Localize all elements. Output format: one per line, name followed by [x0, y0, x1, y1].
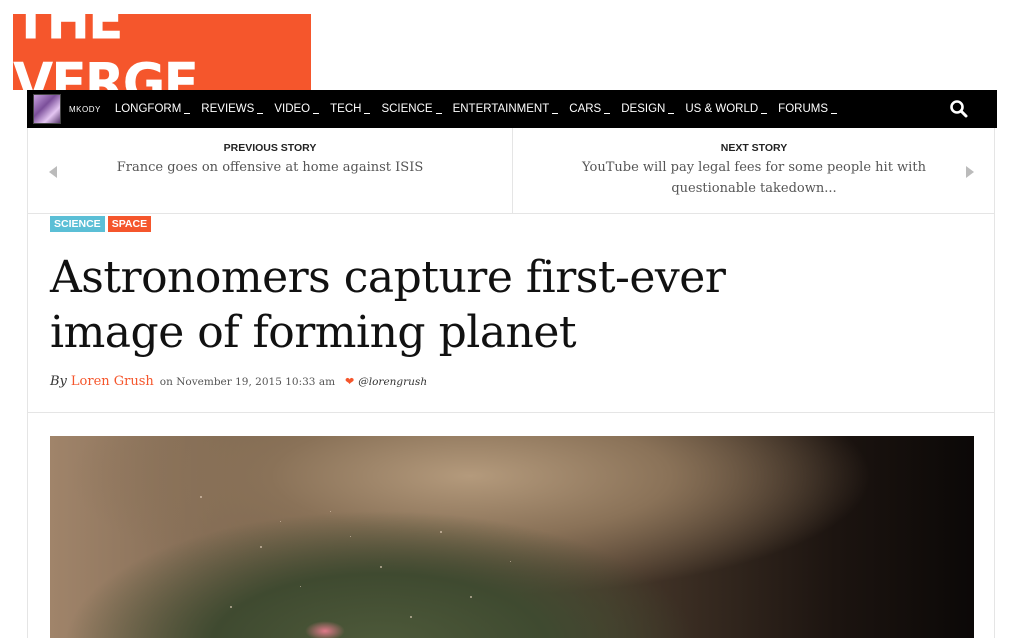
nav-item-video[interactable]: VIDEO: [274, 103, 320, 115]
previous-story-link[interactable]: PREVIOUS STORY France goes on offensive …: [68, 142, 472, 178]
nav-item-label: TECH: [330, 103, 362, 115]
nav-item-science[interactable]: SCIENCE: [381, 103, 442, 115]
tag-science[interactable]: SCIENCE: [50, 216, 105, 232]
hero-image: [50, 436, 974, 638]
article-headline: Astronomers capture first-ever image of …: [50, 252, 726, 358]
nav-item-design[interactable]: DESIGN: [621, 103, 675, 115]
caret-down-icon: [435, 113, 442, 114]
caret-down-icon: [313, 113, 320, 114]
nav-item-label: LONGFORM: [114, 103, 182, 115]
nav-item-cars[interactable]: CARS: [569, 103, 611, 115]
nav-item-label: ENTERTAINMENT: [452, 103, 550, 115]
caret-down-icon: [552, 113, 559, 114]
nav-item-label: US & WORLD: [685, 103, 759, 115]
nav-item-longform[interactable]: LONGFORM: [114, 103, 191, 115]
nav-item-forums[interactable]: FORUMS: [778, 103, 838, 115]
twitter-handle-link[interactable]: @lorengrush: [358, 376, 427, 388]
caret-down-icon: [831, 113, 838, 114]
caret-down-icon: [668, 113, 675, 114]
search-icon[interactable]: [949, 99, 969, 119]
story-navigator: PREVIOUS STORY France goes on offensive …: [27, 128, 995, 214]
nav-item-tech[interactable]: TECH: [330, 103, 371, 115]
byline: By Loren Grush on November 19, 2015 10:3…: [50, 374, 427, 389]
next-story-label: NEXT STORY: [720, 142, 788, 154]
nav-item-label: REVIEWS: [201, 103, 255, 115]
caret-down-icon: [761, 113, 768, 114]
arrow-left-icon[interactable]: [49, 166, 57, 178]
caret-down-icon: [604, 113, 611, 114]
arrow-right-icon[interactable]: [966, 166, 974, 178]
byline-by: By: [50, 374, 67, 389]
nav-item-label: FORUMS: [778, 103, 829, 115]
tag-list: SCIENCE SPACE: [50, 216, 152, 232]
next-story-title: YouTube will pay legal fees for some peo…: [582, 160, 926, 196]
divider: [28, 412, 994, 413]
username[interactable]: MKODY: [69, 105, 101, 114]
caret-down-icon: [184, 113, 191, 114]
twitter-icon: ❤: [345, 376, 355, 388]
previous-story-title: France goes on offensive at home against…: [116, 160, 424, 175]
nav-item-entertainment[interactable]: ENTERTAINMENT: [453, 103, 559, 115]
article: SCIENCE SPACE Astronomers capture first-…: [27, 214, 995, 638]
caret-down-icon: [257, 113, 264, 114]
nav-item-label: CARS: [569, 103, 602, 115]
author-link[interactable]: Loren Grush: [71, 374, 154, 389]
nav-item-label: VIDEO: [274, 103, 311, 115]
nav-item-us-world[interactable]: US & WORLD: [685, 103, 768, 115]
previous-story-label: PREVIOUS STORY: [223, 142, 317, 154]
main-nav: MKODY LONGFORM REVIEWS VIDEO TECH SCIENC…: [27, 90, 997, 128]
nav-item-label: SCIENCE: [381, 103, 433, 115]
caret-down-icon: [364, 113, 371, 114]
nav-item-label: DESIGN: [621, 103, 666, 115]
site-logo[interactable]: THE VERGE: [13, 0, 311, 115]
planet-glow: [305, 621, 345, 638]
next-story-link[interactable]: NEXT STORY YouTube will pay legal fees f…: [552, 142, 956, 199]
publish-date: on November 19, 2015 10:33 am: [159, 376, 336, 388]
tag-space[interactable]: SPACE: [107, 216, 152, 232]
nav-item-reviews[interactable]: REVIEWS: [201, 103, 264, 115]
divider: [512, 128, 513, 214]
avatar[interactable]: [33, 94, 61, 124]
